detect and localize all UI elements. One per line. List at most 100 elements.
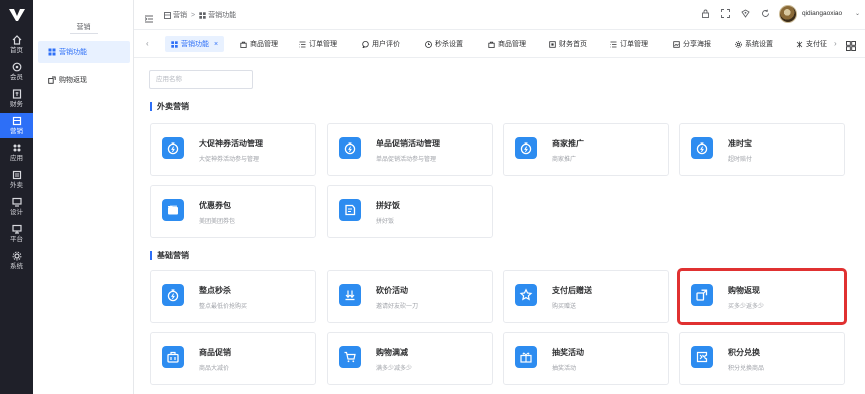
grid-menu-icon[interactable]	[846, 38, 856, 51]
comment-icon	[362, 40, 369, 48]
app-card-coupon-pack[interactable]: 优惠券包 美团美团券包	[150, 185, 316, 238]
finance-icon	[549, 40, 556, 48]
app-card-lottery[interactable]: 抽奖活动 抽奖活动	[503, 332, 669, 385]
rail-item-system[interactable]: 系统	[0, 248, 33, 273]
app-card-merchant-promotion[interactable]: 商家推广 商家推广	[503, 123, 669, 176]
tab-flash-sale-settings[interactable]: 秒杀设置	[425, 36, 463, 52]
rail-item-home[interactable]: 首页	[0, 32, 33, 57]
tab-label: 商品管理	[250, 41, 278, 48]
home-icon	[12, 34, 21, 45]
tab-product-management[interactable]: 商品管理	[240, 36, 278, 52]
card-description: 买多少返多少	[728, 304, 765, 310]
breadcrumb-separator: >	[191, 11, 196, 19]
rail-item-label: 首页	[10, 46, 23, 54]
subnav-item-marketing-functions[interactable]: 营销功能	[38, 41, 130, 63]
section-title: 外卖营销	[150, 101, 189, 112]
fullscreen-icon[interactable]	[721, 9, 730, 18]
card-description: 购买赠送	[552, 304, 577, 310]
app-card-single-promo[interactable]: 单品促销活动管理 单品促销活动参与管理	[327, 123, 493, 176]
close-icon[interactable]: ×	[214, 41, 218, 48]
card-title: 整点秒杀	[199, 286, 231, 295]
breadcrumb-item[interactable]: 营销	[173, 10, 187, 20]
app-card-shopping-cashback[interactable]: 购物返现 买多少返多少	[679, 270, 845, 323]
rail-item-label: 外卖	[10, 181, 23, 189]
tab-label: 用户评价	[372, 41, 400, 48]
card-description: 积分兑换商品	[728, 366, 765, 372]
pay-icon	[796, 41, 803, 48]
card-description: 商品大减价	[199, 366, 230, 372]
app-name-search-input[interactable]	[149, 70, 253, 89]
card-description: 邀请好友砍一刀	[376, 304, 419, 310]
platform-icon	[11, 224, 22, 234]
app-card-product-promotion[interactable]: 商品促销 商品大减价	[150, 332, 316, 385]
tab-label: 营销功能	[181, 41, 209, 48]
refresh-icon[interactable]	[761, 9, 770, 18]
card-description: 超时赔付	[728, 157, 753, 163]
promo-bag-icon	[162, 346, 184, 368]
design-icon	[11, 197, 22, 207]
card-title: 大促神券活动管理	[199, 139, 263, 148]
tab-label: 系统设置	[745, 41, 773, 48]
finance-icon	[12, 88, 21, 99]
card-description: 美团美团券包	[199, 219, 236, 225]
tab-product-management-2[interactable]: 商品管理	[488, 36, 526, 52]
rail-item-marketing[interactable]: 营销	[0, 113, 33, 138]
lottery-icon	[515, 346, 537, 368]
rail-item-member[interactable]: 会员	[0, 59, 33, 84]
card-title: 支付后赠送	[552, 286, 592, 295]
tab-system-settings[interactable]: 系统设置	[735, 36, 773, 52]
stopwatch-icon	[515, 137, 537, 159]
divider	[70, 33, 98, 34]
chevron-left-icon[interactable]: ‹	[146, 39, 149, 48]
rail-item-takeout[interactable]: 外卖	[0, 167, 33, 192]
username[interactable]: qidiangaoxiao	[802, 10, 842, 17]
chevron-right-icon[interactable]: ›	[834, 39, 837, 48]
chevron-down-icon[interactable]: ⌄	[855, 10, 860, 17]
section-title-text: 外卖营销	[157, 102, 189, 111]
tab-finance-home[interactable]: 财务首页	[549, 36, 587, 52]
card-description: 单品促销活动参与管理	[376, 157, 437, 163]
notification-icon[interactable]	[741, 9, 750, 18]
rail-item-finance[interactable]: 财务	[0, 86, 33, 111]
lock-icon[interactable]	[701, 9, 710, 18]
bag-icon	[488, 41, 495, 48]
tab-share-poster[interactable]: 分享海报	[673, 36, 711, 52]
avatar[interactable]	[779, 5, 797, 23]
tab-user-reviews[interactable]: 用户评价	[362, 36, 400, 52]
section-title: 基础营销	[150, 250, 189, 261]
tab-marketing-functions[interactable]: 营销功能 ×	[165, 36, 225, 52]
grid-icon	[171, 40, 178, 48]
app-card-on-time-guarantee[interactable]: 准时宝 超时赔付	[679, 123, 845, 176]
app-card-spend-discount[interactable]: 购物满减 满多少减多少	[327, 332, 493, 385]
app-card-post-payment-gift[interactable]: 支付后赠送 购买赠送	[503, 270, 669, 323]
top-header: 营销 > 营销功能 qidiangaoxiao ⌄	[134, 0, 865, 30]
app-card-mega-coupon[interactable]: 大促神券活动管理 大促神券活动参与管理	[150, 123, 316, 176]
rail-item-platform[interactable]: 平台	[0, 221, 33, 246]
tab-label: 分享海报	[683, 41, 711, 48]
card-description: 拼好饭	[376, 219, 395, 225]
subnav-item-cashback[interactable]: 购物返现	[38, 69, 130, 91]
card-title: 抽奖活动	[552, 348, 584, 357]
rail-item-apps[interactable]: 应用	[0, 140, 33, 165]
order-icon	[299, 41, 306, 48]
app-card-bargain[interactable]: 砍价活动 邀请好友砍一刀	[327, 270, 493, 323]
takeout-icon	[12, 170, 21, 179]
poster-icon	[673, 40, 680, 48]
breadcrumb: 营销 > 营销功能	[164, 10, 236, 20]
app-card-points-exchange[interactable]: 积分兑换 积分兑换商品	[679, 332, 845, 385]
card-title: 拼好饭	[376, 201, 400, 210]
gift-star-icon	[515, 284, 537, 306]
points-icon	[691, 346, 713, 368]
tab-order-management[interactable]: 订单管理	[299, 36, 337, 52]
tab-order-management-2[interactable]: 订单管理	[610, 36, 648, 52]
tab-payment-settings[interactable]: 支付征	[796, 36, 827, 52]
settings-icon	[12, 251, 21, 260]
secondary-sidebar: 营销 营销功能 购物返现	[33, 0, 134, 394]
rail-item-label: 会员	[10, 73, 23, 81]
rail-item-design[interactable]: 设计	[0, 194, 33, 219]
app-logo[interactable]	[0, 0, 33, 30]
main-content: 外卖营销 大促神券活动管理 大促神券活动参与管理 单品促销活动管理 单品促销活动…	[134, 58, 865, 394]
app-card-group-meal[interactable]: 拼好饭 拼好饭	[327, 185, 493, 238]
menu-toggle-icon[interactable]	[144, 10, 153, 23]
app-card-hourly-flash-sale[interactable]: 整点秒杀 整点最低价抢购买	[150, 270, 316, 323]
